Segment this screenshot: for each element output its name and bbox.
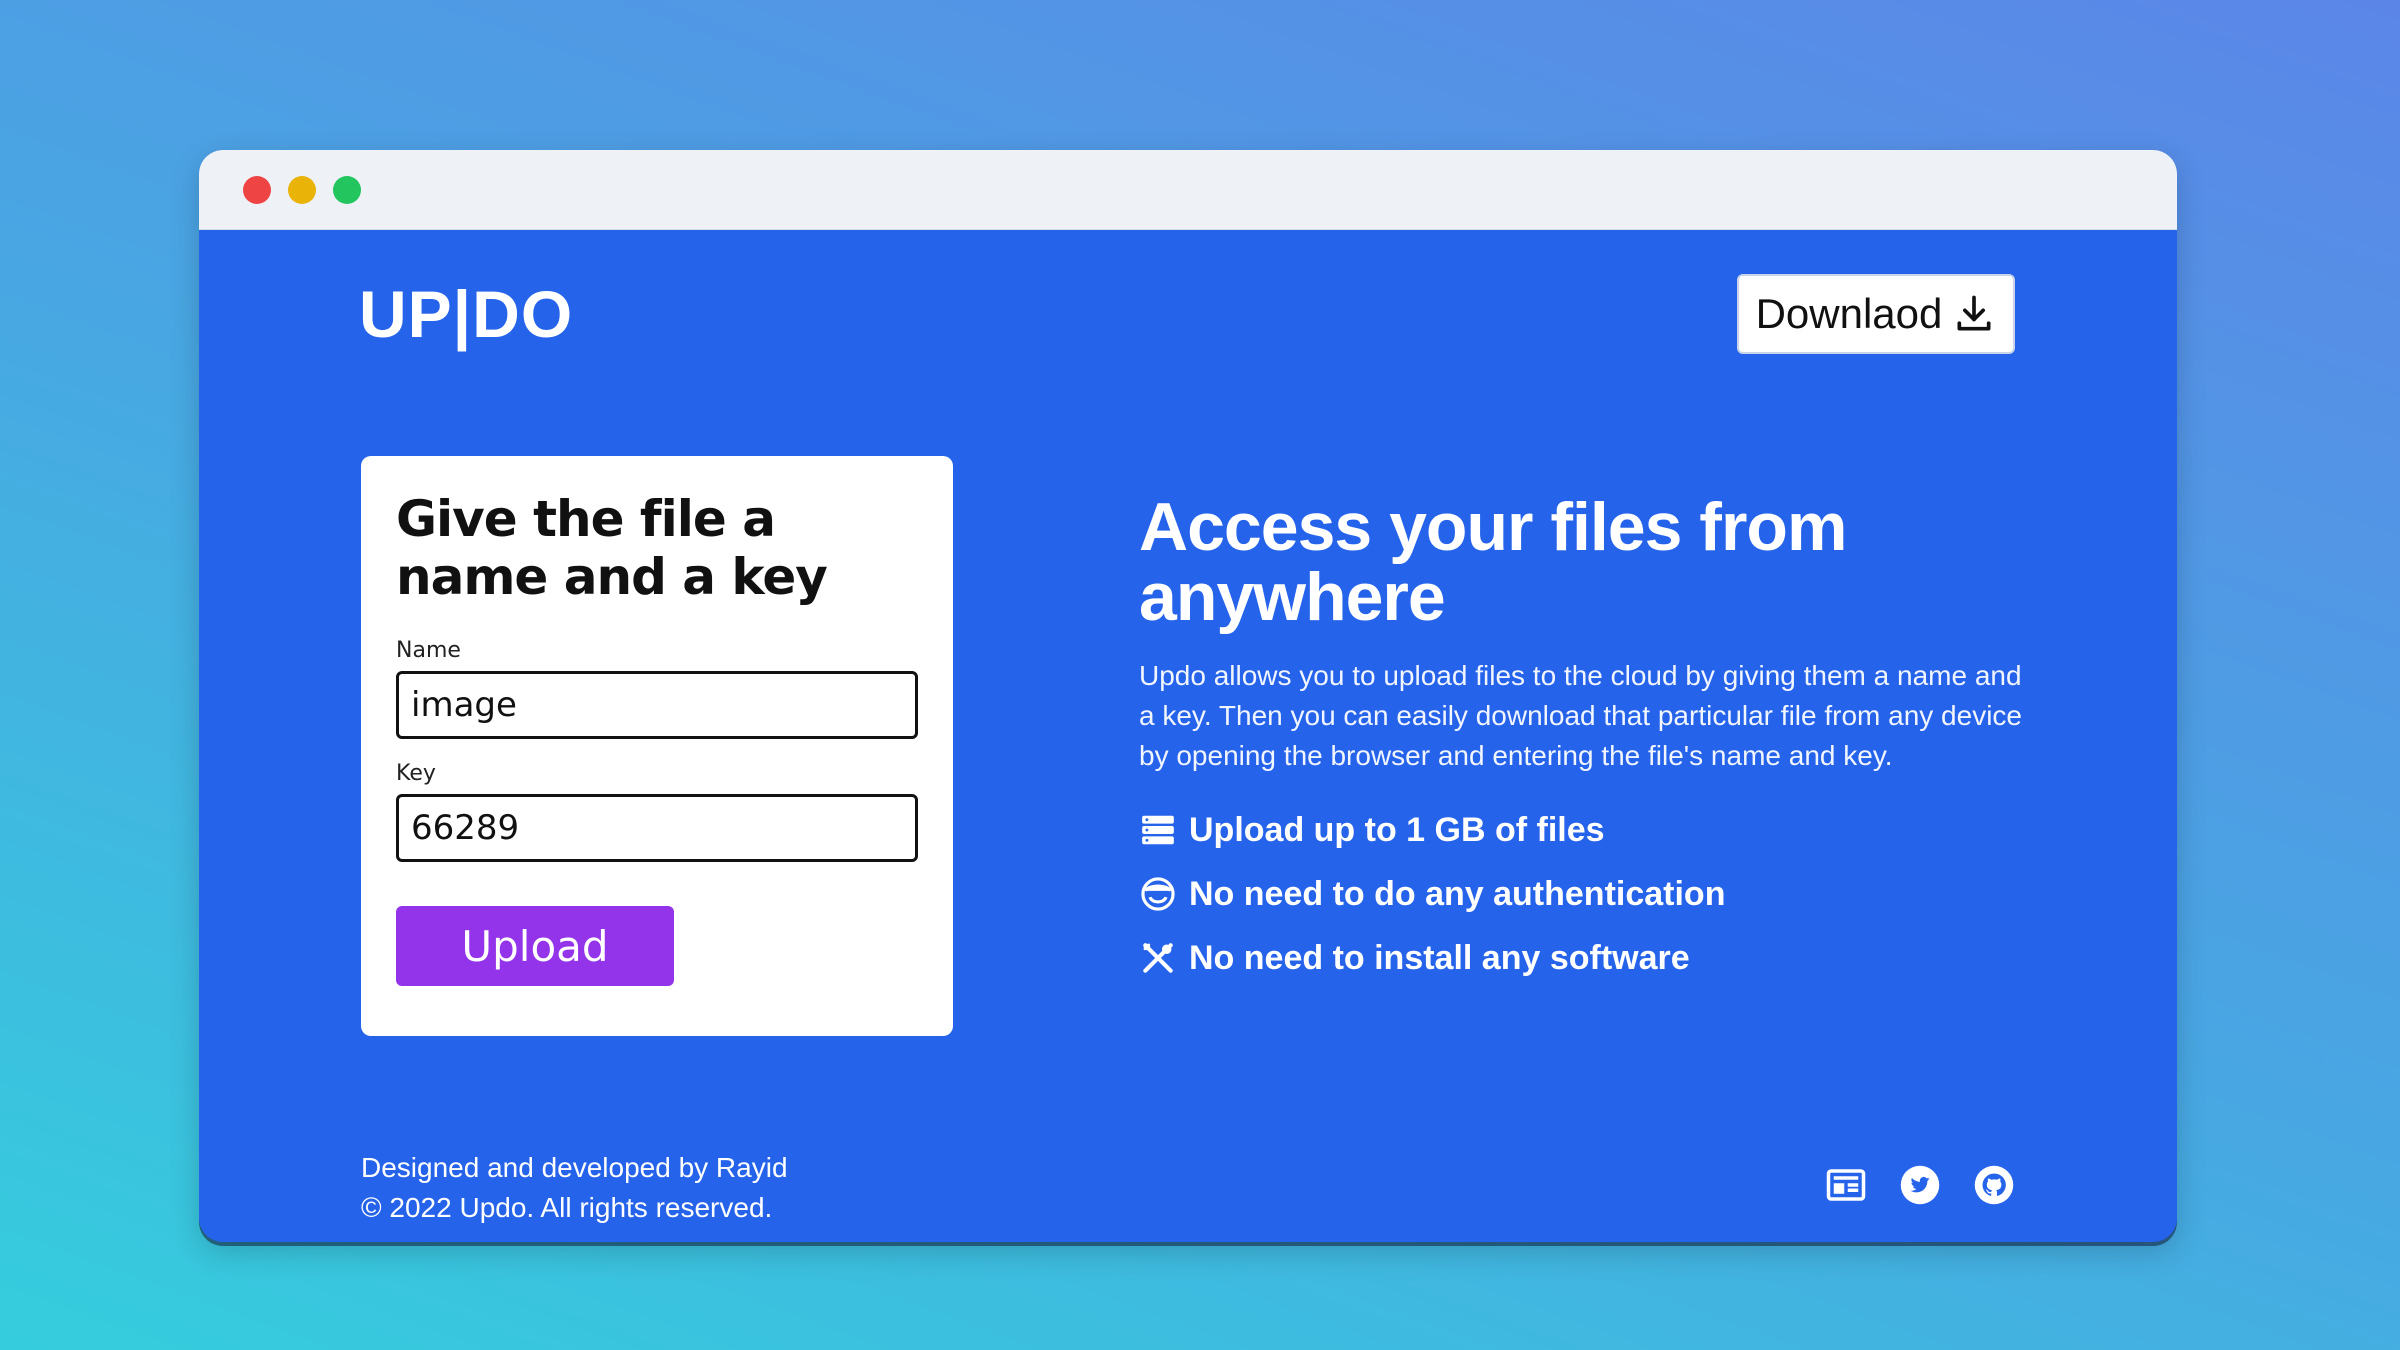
page-content: UP|DO Downlaod Give the file a name and … (199, 230, 2177, 1242)
server-icon (1142, 815, 1174, 845)
feature-label: No need to install any software (1189, 938, 1690, 977)
footer-credit: Designed and developed by Rayid (361, 1152, 788, 1183)
upload-form-card: Give the file a name and a key Name Key … (361, 456, 953, 1036)
maximize-window-dot[interactable] (333, 176, 361, 204)
hero-description: Updo allows you to upload files to the c… (1139, 660, 2022, 771)
footer-social-links (1825, 1164, 2015, 1206)
twitter-link[interactable] (1899, 1164, 1941, 1206)
hero-section: Access your files from anywhere Updo all… (1139, 492, 2039, 990)
feature-list: Upload up to 1 GB of files No need to do… (1139, 798, 2039, 990)
browser-window: UP|DO Downlaod Give the file a name and … (199, 150, 2177, 1242)
github-link[interactable] (1973, 1164, 2015, 1206)
name-input[interactable] (396, 671, 918, 739)
hero-title: Access your files from anywhere (1139, 489, 1847, 635)
feature-label: Upload up to 1 GB of files (1189, 810, 1605, 849)
tools-icon (1143, 943, 1173, 973)
feature-item: No need to install any software (1139, 926, 2039, 990)
download-button[interactable]: Downlaod (1737, 274, 2015, 354)
key-label: Key (396, 761, 436, 786)
window-titlebar (199, 150, 2177, 230)
key-input[interactable] (396, 794, 918, 862)
blog-icon (1826, 1169, 1866, 1201)
blog-link[interactable] (1825, 1164, 1867, 1206)
github-icon (1974, 1165, 2014, 1205)
minimize-window-dot[interactable] (288, 176, 316, 204)
footer-text: Designed and developed by Rayid © 2022 U… (361, 1148, 788, 1228)
download-button-label: Downlaod (1755, 290, 1943, 337)
footer-copyright: © 2022 Updo. All rights reserved. (361, 1192, 773, 1223)
name-label: Name (396, 638, 461, 663)
feature-item: Upload up to 1 GB of files (1139, 798, 2039, 862)
user-shield-icon (1141, 877, 1175, 911)
form-title: Give the file a name and a key (396, 490, 828, 606)
download-icon (1957, 295, 1991, 331)
feature-label: No need to do any authentication (1189, 874, 1726, 913)
twitter-icon (1900, 1165, 1940, 1205)
upload-button[interactable]: Upload (396, 906, 674, 986)
logo[interactable]: UP|DO (359, 276, 573, 352)
close-window-dot[interactable] (243, 176, 271, 204)
feature-item: No need to do any authentication (1139, 862, 2039, 926)
